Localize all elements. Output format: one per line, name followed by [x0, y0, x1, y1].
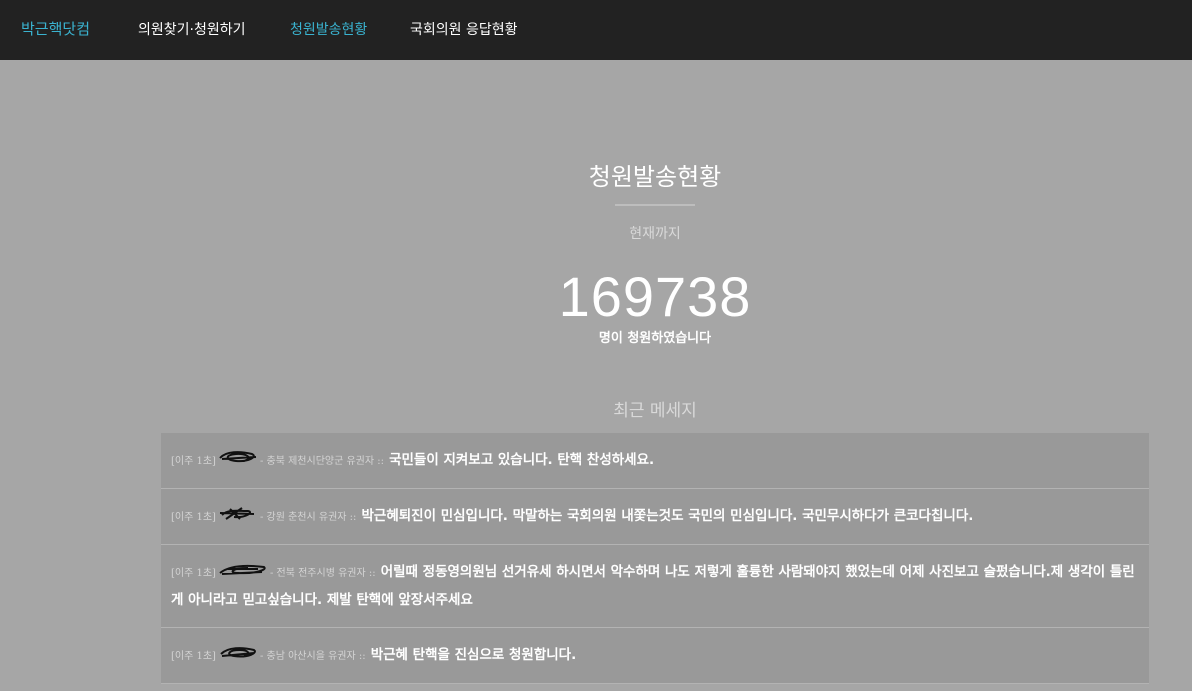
- message-region: - 충북 제천시단양군 유권자 ::: [259, 456, 384, 467]
- redacted-name-scribble: [218, 642, 258, 667]
- brand-logo-link[interactable]: 박근핵닷컴: [21, 18, 90, 39]
- count-subtitle: 현재까지: [629, 226, 681, 242]
- message-time: [이주 1초]: [171, 651, 216, 662]
- count-caption: 명이 청원하였습니다: [598, 331, 712, 346]
- petition-count: 169738: [558, 265, 752, 328]
- message-time: [이주 1초]: [171, 568, 216, 579]
- nav-find-petition[interactable]: 의원찾기·청원하기: [138, 19, 246, 39]
- message-item: [이주 1초] - 충북 제천시단양군 유권자 :: 국민들이 지켜보고 있습니다…: [161, 433, 1149, 489]
- redacted-name-scribble: [218, 559, 268, 584]
- title-divider: [615, 204, 695, 206]
- message-time: [이주 1초]: [171, 456, 216, 467]
- message-item: [이주 1초] - 충남 아산시을 유권자 :: 박근혜 탄핵을 진심으로 청원합…: [161, 628, 1149, 684]
- message-region: - 강원 춘천시 유권자 ::: [259, 512, 357, 523]
- message-item: [이주 1초] - 전북 전주시병 유권자 :: 어릴때 정동영의원님 선거유세 …: [161, 545, 1149, 628]
- nav-response-status[interactable]: 국회의원 응답현황: [410, 19, 518, 39]
- redacted-name-scribble: [218, 447, 258, 472]
- message-item: [이주 1초] - 강원 춘천시 유권자 :: 박근혜퇴진이 민심입니다. 막말하…: [161, 489, 1149, 545]
- page-title: 청원발송현황: [588, 163, 722, 191]
- message-text: 박근혜퇴진이 민심입니다. 막말하는 국회의원 내쫓는것도 국민의 민심입니다.…: [361, 508, 974, 524]
- message-region: - 충남 아산시을 유권자 ::: [259, 651, 366, 662]
- message-region: - 전북 전주시병 유권자 ::: [269, 568, 376, 579]
- message-time: [이주 1초]: [171, 512, 216, 523]
- nav-petition-status[interactable]: 청원발송현황: [290, 19, 367, 39]
- message-text: 박근혜 탄핵을 진심으로 청원합니다.: [370, 647, 577, 663]
- top-navbar: 박근핵닷컴 의원찾기·청원하기 청원발송현황 국회의원 응답현황: [0, 0, 1192, 60]
- redacted-name-scribble: [218, 503, 258, 528]
- recent-messages-heading: 최근 메세지: [613, 401, 697, 421]
- message-text: 국민들이 지켜보고 있습니다. 탄핵 찬성하세요.: [389, 452, 655, 468]
- message-list: [이주 1초] - 충북 제천시단양군 유권자 :: 국민들이 지켜보고 있습니다…: [161, 433, 1149, 684]
